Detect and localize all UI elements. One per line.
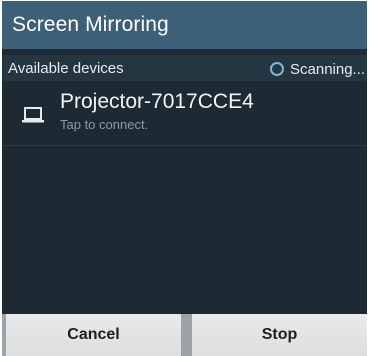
- dialog-button-bar: Cancel Stop: [2, 314, 367, 356]
- dialog-title-bar: Screen Mirroring: [2, 1, 367, 49]
- spinner-icon: [270, 62, 284, 76]
- laptop-icon: [22, 107, 44, 123]
- dialog-title: Screen Mirroring: [12, 13, 169, 36]
- device-divider: [2, 145, 367, 146]
- scanning-status: Scanning...: [270, 59, 367, 79]
- device-connect-hint: Tap to connect.: [60, 117, 149, 132]
- available-devices-label: Available devices: [8, 60, 124, 77]
- device-name: Projector-7017CCE4: [60, 90, 254, 113]
- screen-mirroring-dialog: Screen Mirroring Available devices Scann…: [0, 0, 369, 356]
- stop-button[interactable]: Stop: [192, 314, 367, 356]
- dialog-body: Available devices Scanning... Projector-…: [2, 49, 367, 314]
- device-list-item[interactable]: Projector-7017CCE4 Tap to connect.: [2, 81, 367, 143]
- cancel-button[interactable]: Cancel: [6, 314, 181, 356]
- available-devices-header: Available devices Scanning...: [2, 55, 367, 81]
- scanning-text: Scanning...: [290, 60, 366, 78]
